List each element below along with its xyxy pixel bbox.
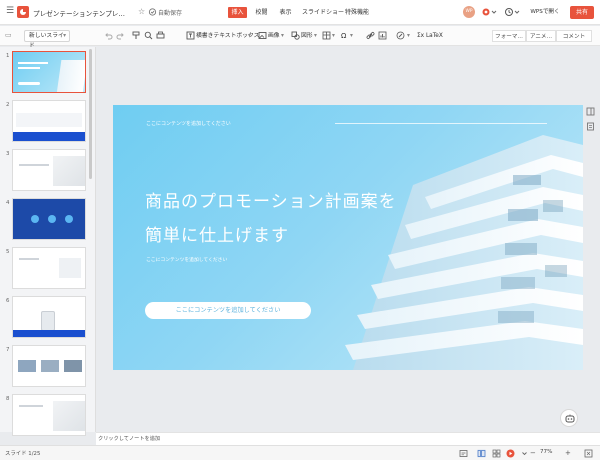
image-button[interactable]: 画像 xyxy=(268,30,280,42)
fit-to-window-icon[interactable] xyxy=(584,449,593,458)
latex-label: LaTeX xyxy=(425,33,443,39)
tab-special[interactable]: 特殊機能 xyxy=(344,7,370,18)
decorative-line xyxy=(335,123,547,124)
chevron-down-icon[interactable]: ▾ xyxy=(281,30,284,42)
tab-insert[interactable]: 挿入 xyxy=(228,7,247,18)
notes-view-icon[interactable] xyxy=(459,449,468,458)
slide-top-label[interactable]: ここにコンテンツを追加してください xyxy=(146,120,266,128)
record-icon[interactable] xyxy=(481,7,497,17)
new-slide-button[interactable]: 新しいスライド ▾ xyxy=(24,30,70,49)
assistant-button[interactable] xyxy=(560,409,578,427)
notes-placeholder[interactable]: クリックしてノートを追加 xyxy=(98,435,160,442)
thumbnail-slide-1[interactable] xyxy=(12,51,86,93)
tab-format[interactable]: フォーマ… xyxy=(492,30,526,42)
shape-icon[interactable] xyxy=(291,31,300,40)
play-slideshow-icon[interactable] xyxy=(506,449,515,458)
notes-area[interactable]: クリックしてノートを追加 xyxy=(96,432,600,445)
format-painter-icon[interactable] xyxy=(132,31,141,40)
chevron-down-icon[interactable]: ▾ xyxy=(248,30,251,42)
thumbnails-scrollbar[interactable] xyxy=(89,49,92,179)
thumbnail-slide-5[interactable] xyxy=(12,247,86,289)
hamburger-menu-icon[interactable]: ☰ xyxy=(6,7,15,16)
slide-pill-button[interactable]: ここにコンテンツを追加してください xyxy=(145,302,311,319)
tab-review[interactable]: 校閲 xyxy=(253,7,270,18)
chart-icon[interactable] xyxy=(378,31,387,40)
tab-slideshow[interactable]: スライドショー xyxy=(302,7,344,18)
image-icon[interactable] xyxy=(258,31,267,40)
normal-view-icon[interactable] xyxy=(477,449,486,458)
chevron-down-icon[interactable] xyxy=(520,449,529,458)
history-icon[interactable] xyxy=(504,7,520,17)
search-icon[interactable] xyxy=(144,31,153,40)
omega-symbol-icon[interactable]: Ω xyxy=(341,30,346,42)
collapse-panel-icon[interactable]: ▭ xyxy=(5,31,14,40)
sorter-view-icon[interactable] xyxy=(492,449,501,458)
text-box-icon[interactable] xyxy=(186,31,195,40)
chevron-down-icon[interactable]: ▾ xyxy=(407,30,410,42)
tab-view[interactable]: 表示 xyxy=(277,7,294,18)
chevron-down-icon[interactable]: ▾ xyxy=(63,31,66,41)
thumbnail-slide-7[interactable] xyxy=(12,345,86,387)
undo-icon[interactable] xyxy=(104,31,113,40)
slide-counter: スライド 1/25 xyxy=(5,451,41,457)
share-button[interactable]: 共有 xyxy=(570,6,594,19)
chevron-down-icon[interactable]: ▾ xyxy=(332,30,335,42)
slide-canvas[interactable]: ここにコンテンツを追加してください 商品のプロモーション計画案を 簡単に仕上げま… xyxy=(113,105,583,370)
thumbnail-slide-4[interactable] xyxy=(12,198,86,240)
tab-comment[interactable]: コメント xyxy=(556,30,592,42)
open-in-wps-button[interactable]: WPSで開く xyxy=(527,7,563,18)
cloud-sync-icon xyxy=(148,8,157,16)
print-icon[interactable] xyxy=(156,31,165,40)
robot-icon xyxy=(565,414,575,423)
sigma-icon: Σx xyxy=(417,33,426,39)
slide-title-line-1[interactable]: 商品のプロモーション計画案を xyxy=(145,187,415,212)
chevron-down-icon[interactable]: ▾ xyxy=(350,30,353,42)
slide-thumbnails-panel: 1 2 3 4 5 6 7 8 xyxy=(0,47,96,436)
edit-icon[interactable] xyxy=(396,31,405,40)
redo-icon[interactable] xyxy=(116,31,125,40)
thumbnail-slide-3[interactable] xyxy=(12,149,86,191)
status-bar: スライド 1/25 − 77% + xyxy=(0,445,600,460)
slide-subtitle-label[interactable]: ここにコンテンツを追加してください xyxy=(146,256,266,264)
document-title[interactable]: プレゼンテーションテンプレート… xyxy=(33,8,131,18)
app-logo-icon xyxy=(17,6,29,18)
table-icon[interactable] xyxy=(322,31,331,40)
thumbnail-slide-6[interactable] xyxy=(12,296,86,338)
zoom-out-icon[interactable]: − xyxy=(530,449,539,458)
latex-button[interactable]: Σx LaTeX xyxy=(417,30,443,42)
avatar[interactable]: WP xyxy=(463,6,475,18)
shape-button[interactable]: 図形 xyxy=(301,30,313,42)
title-bar: ☰ プレゼンテーションテンプレート… ☆ 自動保存 挿入 校閲 表示 スライドシ… xyxy=(0,0,600,25)
tab-animation[interactable]: アニメ… xyxy=(526,30,556,42)
zoom-level[interactable]: 77% xyxy=(540,449,552,455)
thumbnail-slide-2[interactable] xyxy=(12,100,86,142)
chevron-down-icon[interactable]: ▾ xyxy=(314,30,317,42)
toolbar: ▭ 新しいスライド ▾ 横書きテキストボックス ▾ 画像 ▾ 図形 ▾ ▾ Ω … xyxy=(0,26,600,49)
star-icon[interactable]: ☆ xyxy=(138,7,147,17)
autosave-label: 自動保存 xyxy=(158,10,183,17)
zoom-in-icon[interactable]: + xyxy=(565,449,574,458)
slide-title-line-2[interactable]: 簡単に仕上げます xyxy=(145,221,415,246)
thumbnail-slide-8[interactable] xyxy=(12,394,86,436)
panel-toggle-icon[interactable] xyxy=(586,107,595,116)
link-icon[interactable] xyxy=(366,31,375,40)
properties-icon[interactable] xyxy=(586,122,595,131)
